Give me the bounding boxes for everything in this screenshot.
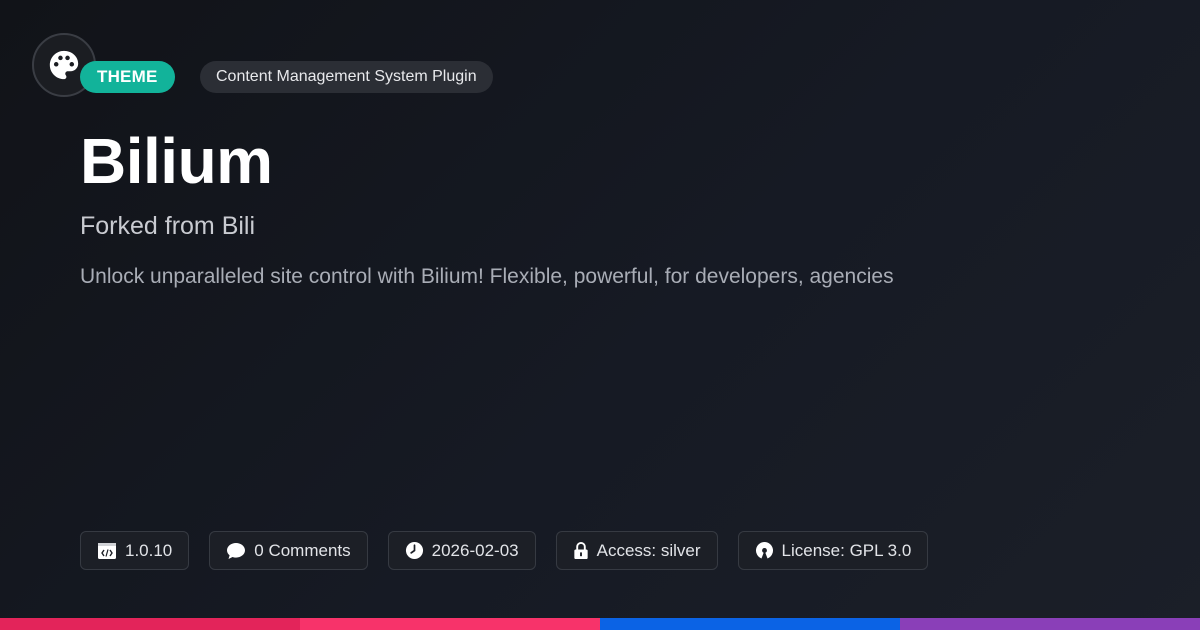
color-bar-segment — [600, 618, 900, 630]
clock-icon — [405, 541, 423, 560]
access-chip: Access: silver — [555, 531, 718, 570]
category-pill[interactable]: Content Management System Plugin — [200, 61, 493, 93]
open-source-icon — [755, 541, 773, 559]
version-label: 1.0.10 — [125, 540, 173, 560]
color-bar-segment — [0, 618, 300, 630]
page-description: Unlock unparalleled site control with Bi… — [80, 265, 894, 288]
comments-chip[interactable]: 0 Comments — [209, 531, 368, 570]
license-label: License: GPL 3.0 — [781, 540, 912, 560]
access-label: Access: silver — [596, 540, 701, 560]
page-subtitle: Forked from Bili — [80, 212, 256, 240]
meta-row: 1.0.10 0 Comments 2026-02-03 Access: sil… — [80, 531, 929, 570]
date-chip: 2026-02-03 — [387, 531, 536, 570]
type-badge[interactable]: THEME — [80, 61, 175, 93]
comments-label: 0 Comments — [254, 540, 351, 560]
page-title: Bilium — [80, 125, 273, 197]
color-bar — [0, 618, 1200, 630]
color-bar-segment — [300, 618, 600, 630]
comment-icon — [227, 542, 246, 559]
palette-icon — [49, 50, 79, 80]
version-chip: 1.0.10 — [80, 531, 190, 570]
code-icon — [98, 542, 116, 559]
license-chip: License: GPL 3.0 — [737, 531, 929, 570]
color-bar-segment — [900, 618, 1200, 630]
date-label: 2026-02-03 — [431, 540, 519, 560]
lock-icon — [573, 541, 588, 560]
